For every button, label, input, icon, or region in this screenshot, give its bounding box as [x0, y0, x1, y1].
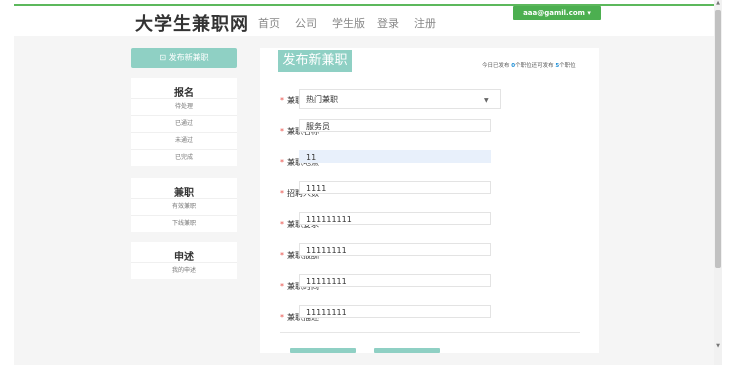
sidebar-group-title: 报名 [174, 88, 194, 99]
stats-text: 个职位 [559, 63, 576, 69]
nav-login[interactable]: 登录 [377, 15, 399, 31]
requirements-input[interactable]: 111111111 [299, 212, 491, 225]
headcount-input[interactable]: 1111 [299, 181, 491, 194]
sidebar-group-appeals: 申述 我的申述 [131, 242, 237, 279]
nav-student[interactable]: 学生版 [332, 15, 365, 31]
nav-register[interactable]: 注册 [414, 15, 436, 31]
user-menu-button[interactable]: aaa@gamil.com ▾ [513, 6, 601, 20]
sidebar-group-jobs: 兼职 有效兼职 下线兼职 [131, 178, 237, 232]
sidebar-group-title: 申述 [174, 252, 194, 263]
sidebar-item-my-appeals[interactable]: 我的申述 [131, 262, 237, 279]
stats-text: 今日已发布 [482, 63, 512, 69]
nav-company[interactable]: 公司 [295, 15, 317, 31]
job-time-input[interactable]: 11111111 [299, 274, 491, 287]
publish-job-button[interactable]: ⊡ 发布新兼职 [131, 48, 237, 68]
scroll-down-icon[interactable]: ▼ [715, 343, 721, 349]
job-type-select[interactable]: 热门兼职 [299, 89, 501, 109]
description-input[interactable]: 11111111 [299, 305, 491, 318]
scrollbar-thumb[interactable] [715, 10, 721, 268]
sidebar-group-title: 兼职 [174, 188, 194, 199]
nav-home[interactable]: 首页 [258, 15, 280, 31]
sidebar-item-approved[interactable]: 已通过 [131, 115, 237, 132]
job-name-input[interactable]: 服务员 [299, 119, 491, 132]
sidebar-item-pending[interactable]: 待处理 [131, 98, 237, 115]
publish-stats: 今日已发布 0个职位还可发布 5个职位 [482, 61, 576, 69]
scroll-up-icon[interactable]: ▲ [715, 0, 721, 6]
stats-text: 个职位还可发布 [515, 63, 556, 69]
sidebar-item-offline-jobs[interactable]: 下线兼职 [131, 215, 237, 232]
form-divider [280, 332, 580, 333]
sidebar-item-completed[interactable]: 已完成 [131, 149, 237, 166]
sidebar-item-rejected[interactable]: 未通过 [131, 132, 237, 149]
reset-button[interactable] [374, 348, 440, 353]
chevron-down-icon[interactable]: ▼ [484, 97, 489, 104]
submit-button[interactable] [290, 348, 356, 353]
job-location-input[interactable]: 11 [299, 150, 491, 163]
sidebar-item-active-jobs[interactable]: 有效兼职 [131, 198, 237, 215]
form-title-tab: 发布新兼职 [278, 50, 352, 72]
site-logo[interactable]: 大学生兼职网 [135, 10, 249, 36]
sidebar-group-signup: 报名 待处理 已通过 未通过 已完成 [131, 78, 237, 166]
pay-input[interactable]: 11111111 [299, 243, 491, 256]
